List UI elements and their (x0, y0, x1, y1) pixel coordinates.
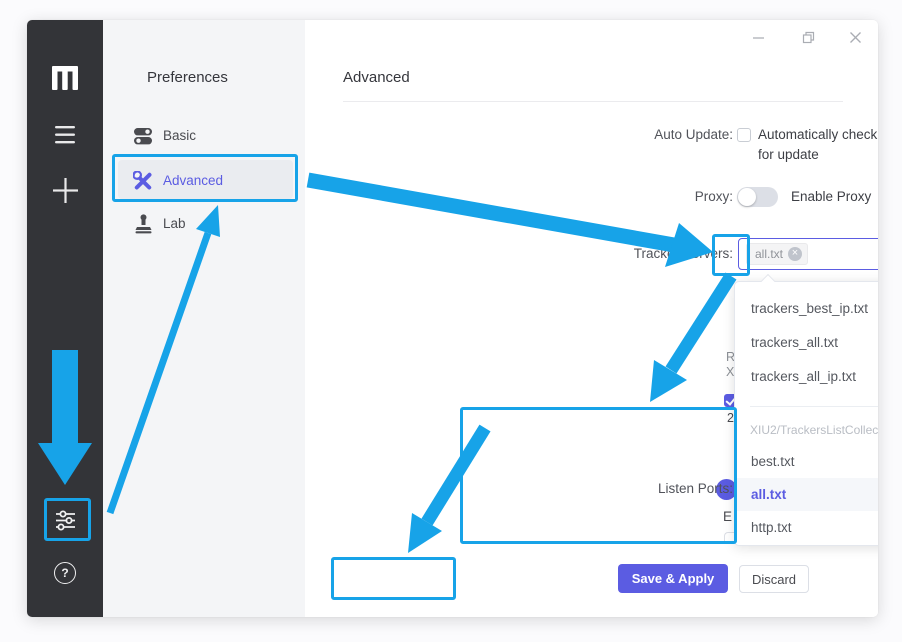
page-title: Advanced (343, 69, 410, 86)
dropdown-item-selected[interactable]: all.txt ✓ (736, 478, 878, 511)
listen-ports-label: Listen Ports: (553, 479, 733, 499)
help-glyph: ? (54, 562, 76, 584)
task-list-icon[interactable] (27, 124, 103, 146)
auto-update-checkbox[interactable] (737, 128, 751, 142)
tracker-source-dropdown: trackers_best_ip.txt trackers_all.txt tr… (734, 281, 878, 546)
tag-label: all.txt (755, 247, 783, 261)
text-fragment-3: 2 (727, 411, 734, 425)
proxy-toggle[interactable] (737, 187, 778, 207)
dropdown-caret (761, 274, 775, 288)
title-divider (343, 101, 843, 102)
text-fragment-4: E (723, 509, 732, 524)
discard-button[interactable]: Discard (739, 565, 809, 593)
sidebar-item-advanced-label: Advanced (163, 171, 223, 191)
tools-icon (133, 171, 153, 191)
add-task-icon[interactable] (27, 177, 103, 204)
tag-remove-icon[interactable]: × (788, 247, 802, 261)
dropdown-group-label: XIU2/TrackersListCollection (750, 415, 878, 445)
dropdown-item-label: all.txt (751, 487, 786, 502)
motrix-logo-icon (27, 66, 103, 90)
preferences-sliders-icon[interactable] (27, 508, 103, 533)
close-button[interactable] (846, 28, 864, 46)
app-window: ? Preferences Basic Advanced (27, 20, 878, 617)
auto-update-label: Auto Update: (553, 125, 733, 145)
dropdown-item[interactable]: trackers_best_ip.txt (736, 292, 878, 325)
save-apply-button[interactable]: Save & Apply (618, 564, 728, 593)
dropdown-item[interactable]: trackers_all_ip.txt (736, 360, 878, 393)
proxy-label: Proxy: (553, 187, 733, 207)
proxy-toggle-label: Enable Proxy (791, 187, 871, 207)
dropdown-group-divider (750, 406, 878, 407)
preferences-panel: Preferences Basic Advanced (103, 20, 305, 617)
tracker-servers-label: Tracker Servers: (553, 244, 733, 264)
restore-button[interactable] (799, 28, 817, 46)
dropdown-item[interactable]: best.txt (736, 445, 878, 478)
tracker-servers-select[interactable]: all.txt × (738, 238, 878, 270)
sidebar-item-lab-label: Lab (163, 214, 186, 234)
minimize-button[interactable] (749, 28, 767, 46)
auto-update-checkbox-label[interactable]: Automatically check for update (758, 125, 878, 165)
advanced-settings-panel: Advanced Auto Update: Automatically chec… (305, 20, 878, 617)
toggle-knob (738, 188, 756, 206)
selected-tracker-tag: all.txt × (746, 243, 808, 265)
app-sidebar: ? (27, 20, 103, 617)
help-icon[interactable]: ? (27, 562, 103, 584)
preferences-title: Preferences (147, 69, 228, 86)
dropdown-item[interactable]: trackers_all.txt (736, 326, 878, 359)
sidebar-item-basic-label: Basic (163, 126, 196, 146)
dropdown-item[interactable]: http.txt (736, 511, 878, 544)
